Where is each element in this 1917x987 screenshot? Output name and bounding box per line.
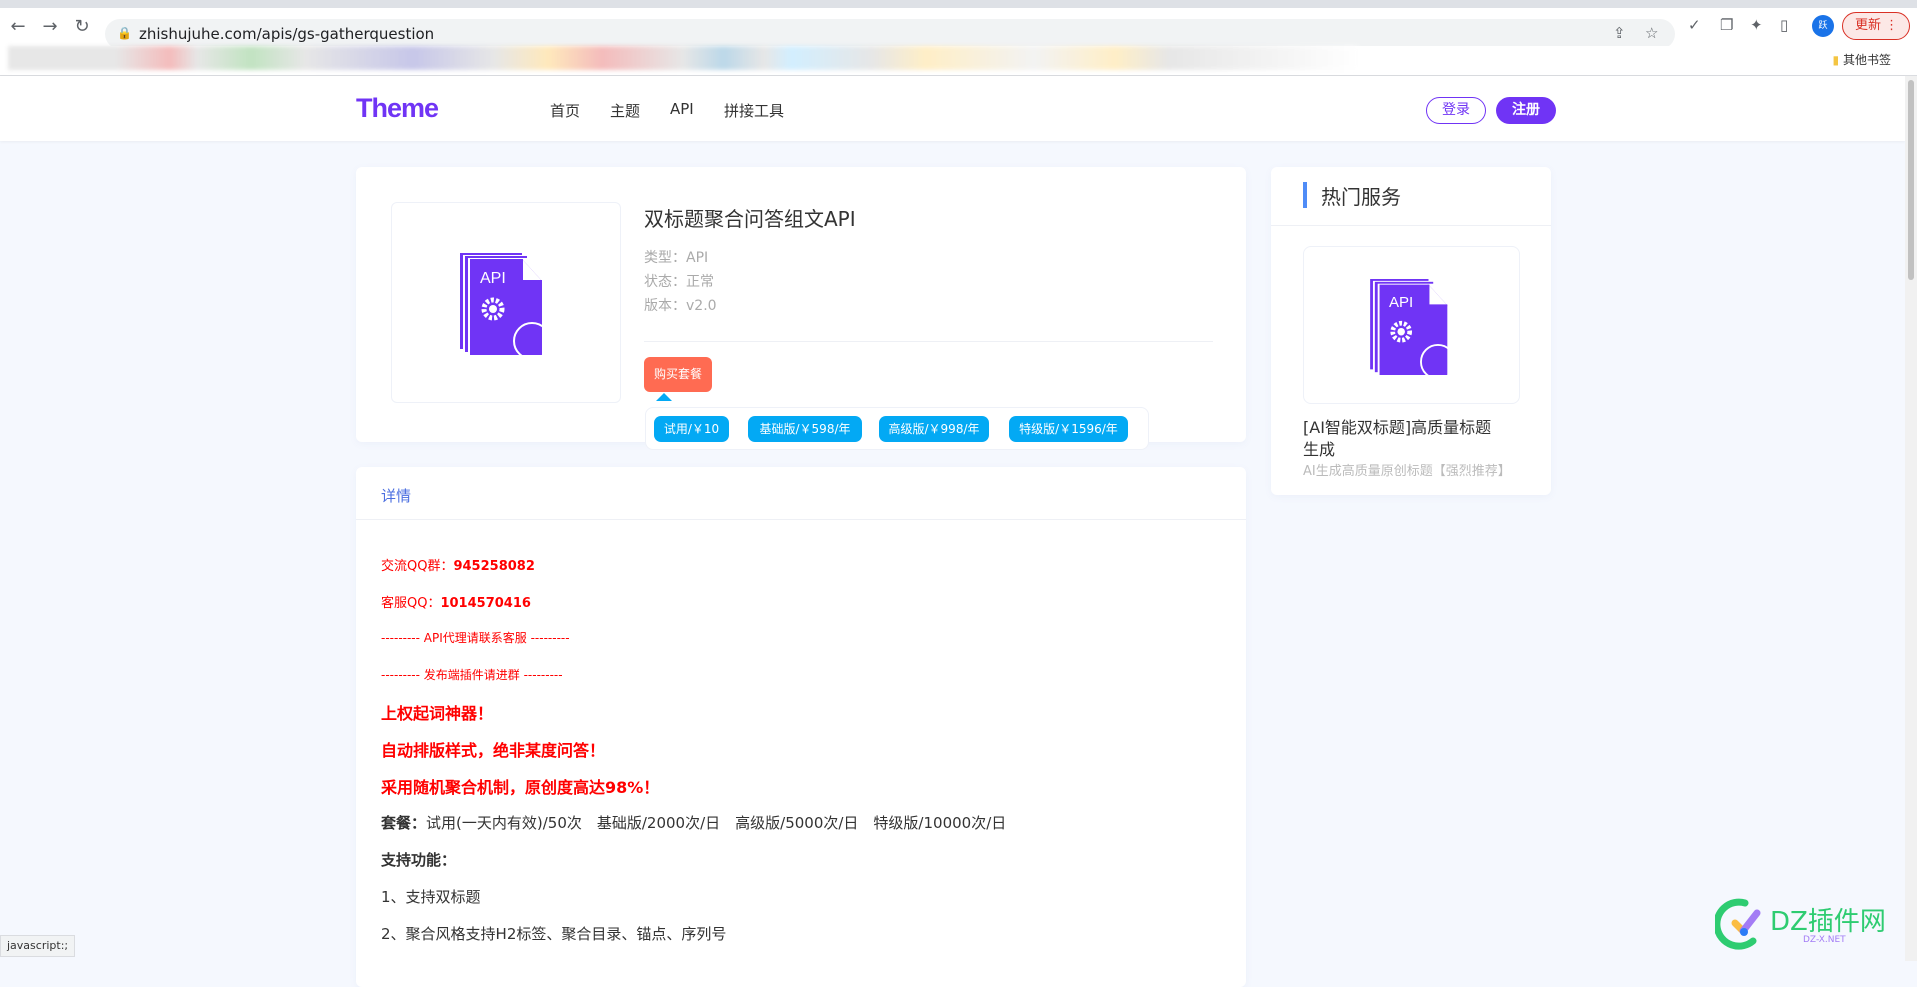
divider [356, 519, 1246, 520]
popover-arrow [656, 393, 672, 401]
check-icon[interactable]: ✓ [1688, 16, 1701, 34]
slogan-1: 上权起词神器！ [381, 704, 494, 723]
lock-icon: 🔒 [117, 26, 132, 40]
copy-icon[interactable]: ❐ [1720, 16, 1733, 34]
title-accent-bar [1303, 182, 1307, 208]
divider [644, 341, 1213, 342]
plans-popover: 试用/￥10 基础版/￥598/年 高级版/￥998/年 特级版/￥1596/年 [645, 407, 1149, 450]
nav-api[interactable]: API [670, 100, 694, 118]
nav-splice-tool[interactable]: 拼接工具 [724, 100, 784, 121]
login-button[interactable]: 登录 [1426, 97, 1486, 124]
watermark-text: DZ插件网 [1770, 907, 1886, 937]
other-bookmarks[interactable]: ▮ 其他书签 [1833, 51, 1891, 68]
feature-item: 1、支持双标题 [381, 888, 481, 906]
folder-icon: ▮ [1832, 53, 1840, 67]
product-image: API [391, 202, 621, 403]
plan-text: 试用(一天内有效)/50次 基础版/2000次/日 高级版/5000次/日 特级… [426, 814, 1007, 832]
service-qq-label: 客服QQ： [381, 596, 441, 611]
product-title: 双标题聚合问答组文API [644, 207, 856, 231]
hot-item-image[interactable]: API [1303, 246, 1520, 404]
update-label: 更新 [1855, 18, 1882, 33]
agent-line: --------- API代理请联系客服 --------- [381, 631, 570, 645]
forward-icon[interactable]: → [38, 16, 62, 37]
svg-text:API: API [480, 270, 506, 287]
feature-item: 2、聚合风格支持H2标签、聚合目录、锚点、序列号 [381, 925, 727, 943]
divider [1271, 225, 1551, 226]
reload-icon[interactable]: ↻ [70, 16, 94, 37]
slogan-3: 采用随机聚合机制，原创度高达98%！ [381, 778, 660, 797]
service-qq-number: 1014570416 [440, 596, 531, 611]
nav-themes[interactable]: 主题 [610, 100, 640, 121]
tab-strip [0, 0, 1917, 8]
hot-services-title: 热门服务 [1321, 185, 1401, 209]
back-icon[interactable]: ← [6, 16, 30, 37]
site-header: Theme 首页 主题 API 拼接工具 登录 注册 [0, 76, 1905, 141]
product-type: 类型：API [644, 250, 709, 266]
features-label: 支持功能： [381, 851, 457, 869]
extensions-icon[interactable]: ✦ [1750, 16, 1763, 34]
plan-advanced[interactable]: 高级版/￥998/年 [879, 416, 989, 442]
watermark-sub: DZ-X.NET [1803, 935, 1846, 945]
browser-toolbar: ← → ↻ 🔒 zhishujuhe.com/apis/gs-gatherque… [0, 8, 1917, 49]
star-icon[interactable]: ☆ [1645, 24, 1658, 42]
plugin-line: --------- 发布端插件请进群 --------- [381, 668, 563, 682]
api-document-gear-icon: API [1370, 279, 1455, 375]
tab-detail[interactable]: 详情 [381, 485, 411, 506]
url-text[interactable]: zhishujuhe.com/apis/gs-gatherquestion [139, 25, 434, 43]
profile-avatar[interactable]: 跃 [1812, 15, 1834, 37]
share-icon[interactable]: ⇪ [1613, 24, 1626, 42]
product-card: API 双标题聚合问答组文API 类型：API 状态：正常 版本：v2.0 购买… [356, 167, 1246, 450]
qq-group-label: 交流QQ群： [381, 559, 454, 574]
plan-premium[interactable]: 特级版/￥1596/年 [1009, 416, 1128, 442]
status-bar: javascript:; [0, 935, 76, 957]
nav-home[interactable]: 首页 [550, 100, 580, 121]
plan-basic[interactable]: 基础版/￥598/年 [748, 416, 862, 442]
update-button[interactable]: 更新 ⋮ [1842, 12, 1910, 40]
hot-item-title[interactable]: [AI智能双标题]高质量标题生成 [1303, 417, 1503, 461]
blurred-bookmarks [8, 46, 1358, 70]
bookmarks-bar: ▮ 其他书签 [0, 46, 1917, 76]
svg-text:API: API [1389, 294, 1413, 311]
api-document-gear-icon: API [460, 253, 550, 355]
plan-label: 套餐： [381, 814, 427, 832]
plan-trial[interactable]: 试用/￥10 [654, 416, 729, 442]
scrollbar-thumb[interactable] [1908, 80, 1914, 280]
address-bar[interactable]: 🔒 zhishujuhe.com/apis/gs-gatherquestion … [105, 19, 1675, 49]
product-status: 状态：正常 [644, 274, 714, 290]
slogan-2: 自动排版样式，绝非某度问答！ [381, 741, 606, 760]
plan-line: 套餐：试用(一天内有效)/50次 基础版/2000次/日 高级版/5000次/日… [381, 812, 1006, 833]
watermark-logo: DZ插件网 DZ-X.NET [1713, 893, 1915, 957]
logo[interactable]: Theme [356, 93, 439, 124]
qq-group-line: 交流QQ群：945258082 [381, 555, 535, 574]
buy-plan-button[interactable]: 购买套餐 [644, 357, 712, 392]
hot-item-desc: AI生成高质量原创标题【强烈推荐】 [1303, 464, 1511, 479]
other-bookmarks-label: 其他书签 [1842, 53, 1891, 67]
product-version: 版本：v2.0 [644, 298, 717, 314]
hot-services-card: 热门服务 API [AI智能双标题]高质量标题生成 AI生成高质量原创标题【强烈… [1271, 167, 1551, 495]
detail-card: 详情 交流QQ群：945258082 客服QQ：1014570416 -----… [356, 467, 1246, 987]
register-button[interactable]: 注册 [1496, 97, 1556, 124]
service-qq-line: 客服QQ：1014570416 [381, 592, 531, 611]
sidepanel-icon[interactable]: ▯ [1780, 16, 1788, 34]
qq-group-number: 945258082 [453, 559, 535, 574]
